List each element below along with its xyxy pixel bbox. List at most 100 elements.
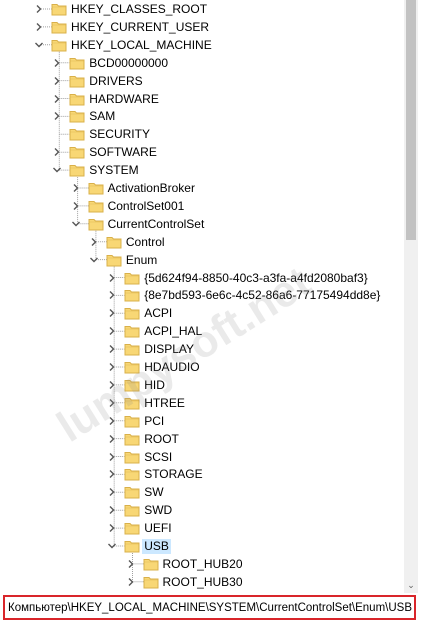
tree-item-label[interactable]: SWD	[142, 503, 174, 518]
tree-item-uefi[interactable]: UEFI	[0, 519, 404, 537]
tree-item-label[interactable]: HDAUDIO	[142, 360, 201, 375]
tree-item-drivers[interactable]: DRIVERS	[0, 72, 404, 90]
chevron-right-icon[interactable]	[106, 289, 118, 301]
tree-item-label[interactable]: HKEY_CLASSES_ROOT	[69, 2, 209, 17]
chevron-right-icon[interactable]	[106, 504, 118, 516]
chevron-right-icon[interactable]	[106, 379, 118, 391]
chevron-right-icon[interactable]	[51, 57, 63, 69]
tree-item-display[interactable]: DISPLAY	[0, 340, 404, 358]
tree-item-swd[interactable]: SWD	[0, 501, 404, 519]
tree-item-usb[interactable]: USB	[0, 537, 404, 555]
tree-item-label[interactable]: HTREE	[142, 396, 187, 411]
tree-item-label[interactable]: STORAGE	[142, 467, 204, 482]
chevron-right-icon[interactable]	[70, 182, 82, 194]
chevron-right-icon[interactable]	[106, 361, 118, 373]
tree-item-label[interactable]: ActivationBroker	[106, 181, 197, 196]
tree-item-hkey-classes-root[interactable]: HKEY_CLASSES_ROOT	[0, 0, 404, 18]
chevron-right-icon[interactable]	[70, 200, 82, 212]
tree-item-currentcontrolset[interactable]: CurrentControlSet	[0, 215, 404, 233]
tree-item-control[interactable]: Control	[0, 233, 404, 251]
tree-item-root[interactable]: ROOT	[0, 430, 404, 448]
tree-item-label[interactable]: HID	[142, 378, 167, 393]
tree-item-enum[interactable]: Enum	[0, 251, 404, 269]
tree-item-security[interactable]: SECURITY	[0, 125, 404, 143]
chevron-right-icon[interactable]	[106, 522, 118, 534]
chevron-right-icon[interactable]	[125, 558, 137, 570]
tree-item-label[interactable]: SAM	[87, 109, 117, 124]
chevron-right-icon[interactable]	[51, 75, 63, 87]
chevron-right-icon[interactable]	[106, 468, 118, 480]
tree-item-hdaudio[interactable]: HDAUDIO	[0, 358, 404, 376]
tree-item-5d624f94-8850-40c3-a3fa-a4fd2080baf3[interactable]: {5d624f94-8850-40c3-a3fa-a4fd2080baf3}	[0, 269, 404, 287]
tree-item-label[interactable]: {8e7bd593-6e6c-4c52-86a6-77175494dd8e}	[142, 288, 382, 303]
tree-item-bcd00000000[interactable]: BCD00000000	[0, 54, 404, 72]
tree-item-scsi[interactable]: SCSI	[0, 448, 404, 466]
registry-tree[interactable]: HKEY_CLASSES_ROOT HKEY_CURRENT_USER HKEY_L…	[0, 0, 404, 593]
tree-item-label[interactable]: HKEY_LOCAL_MACHINE	[69, 38, 214, 53]
tree-item-activationbroker[interactable]: ActivationBroker	[0, 179, 404, 197]
tree-item-label[interactable]: ROOT_HUB30	[161, 575, 245, 590]
chevron-right-icon[interactable]	[106, 272, 118, 284]
tree-item-hardware[interactable]: HARDWARE	[0, 90, 404, 108]
tree-item-root-hub30[interactable]: ROOT_HUB30	[0, 573, 404, 591]
tree-item-label[interactable]: HKEY_CURRENT_USER	[69, 20, 211, 35]
tree-item-label[interactable]: ACPI	[142, 306, 174, 321]
tree-item-controlset001[interactable]: ControlSet001	[0, 197, 404, 215]
chevron-right-icon[interactable]	[33, 3, 45, 15]
tree-item-label[interactable]: USB	[142, 539, 171, 554]
tree-item-label[interactable]: DRIVERS	[87, 74, 144, 89]
tree-item-acpi[interactable]: ACPI	[0, 304, 404, 322]
chevron-right-icon[interactable]	[106, 325, 118, 337]
chevron-right-icon[interactable]	[106, 451, 118, 463]
tree-item-root-hub20[interactable]: ROOT_HUB20	[0, 555, 404, 573]
tree-item-software[interactable]: SOFTWARE	[0, 143, 404, 161]
tree-item-label[interactable]: ROOT_HUB20	[161, 557, 245, 572]
tree-item-label[interactable]: {5d624f94-8850-40c3-a3fa-a4fd2080baf3}	[142, 271, 370, 286]
tree-item-label[interactable]: CurrentControlSet	[106, 217, 207, 232]
tree-item-label[interactable]: SYSTEM	[87, 163, 140, 178]
tree-item-system[interactable]: SYSTEM	[0, 161, 404, 179]
tree-item-storage[interactable]: STORAGE	[0, 465, 404, 483]
tree-item-hkey-local-machine[interactable]: HKEY_LOCAL_MACHINE	[0, 36, 404, 54]
tree-item-label[interactable]: Control	[124, 235, 167, 250]
tree-item-8e7bd593-6e6c-4c52-86a6-77175494dd8e[interactable]: {8e7bd593-6e6c-4c52-86a6-77175494dd8e}	[0, 286, 404, 304]
tree-item-label[interactable]: SECURITY	[87, 127, 152, 142]
chevron-right-icon[interactable]	[51, 93, 63, 105]
tree-item-label[interactable]: SW	[142, 485, 165, 500]
chevron-right-icon[interactable]	[106, 397, 118, 409]
tree-item-label[interactable]: SCSI	[142, 450, 174, 465]
chevron-right-icon[interactable]	[106, 433, 118, 445]
chevron-right-icon[interactable]	[51, 146, 63, 158]
tree-item-pci[interactable]: PCI	[0, 412, 404, 430]
tree-item-label[interactable]: PCI	[142, 414, 166, 429]
chevron-right-icon[interactable]	[106, 307, 118, 319]
chevron-right-icon[interactable]	[125, 576, 137, 588]
chevron-right-icon[interactable]	[33, 21, 45, 33]
tree-item-label[interactable]: Enum	[124, 253, 159, 268]
chevron-right-icon[interactable]	[106, 415, 118, 427]
chevron-down-icon[interactable]	[70, 218, 82, 230]
tree-item-label[interactable]: ACPI_HAL	[142, 324, 204, 339]
chevron-right-icon[interactable]	[88, 236, 100, 248]
tree-item-label[interactable]: UEFI	[142, 521, 173, 536]
tree-item-acpi-hal[interactable]: ACPI_HAL	[0, 322, 404, 340]
tree-item-label[interactable]: HARDWARE	[87, 92, 161, 107]
tree-item-hid[interactable]: HID	[0, 376, 404, 394]
chevron-right-icon[interactable]	[106, 343, 118, 355]
tree-item-label[interactable]: BCD00000000	[87, 56, 170, 71]
vertical-scrollbar[interactable]: ⌄	[404, 0, 418, 600]
tree-item-label[interactable]: DISPLAY	[142, 342, 196, 357]
scroll-down-button[interactable]: ⌄	[404, 578, 418, 592]
chevron-down-icon[interactable]	[51, 164, 63, 176]
tree-item-sw[interactable]: SW	[0, 483, 404, 501]
tree-item-sam[interactable]: SAM	[0, 107, 404, 125]
tree-item-hkey-current-user[interactable]: HKEY_CURRENT_USER	[0, 18, 404, 36]
scrollbar-thumb[interactable]	[406, 0, 416, 240]
registry-path[interactable]: Компьютер\HKEY_LOCAL_MACHINE\SYSTEM\Curr…	[8, 602, 413, 614]
chevron-right-icon[interactable]	[51, 110, 63, 122]
tree-item-label[interactable]: ControlSet001	[106, 199, 187, 214]
chevron-down-icon[interactable]	[88, 254, 100, 266]
tree-item-htree[interactable]: HTREE	[0, 394, 404, 412]
chevron-down-icon[interactable]	[33, 39, 45, 51]
chevron-right-icon[interactable]	[106, 486, 118, 498]
